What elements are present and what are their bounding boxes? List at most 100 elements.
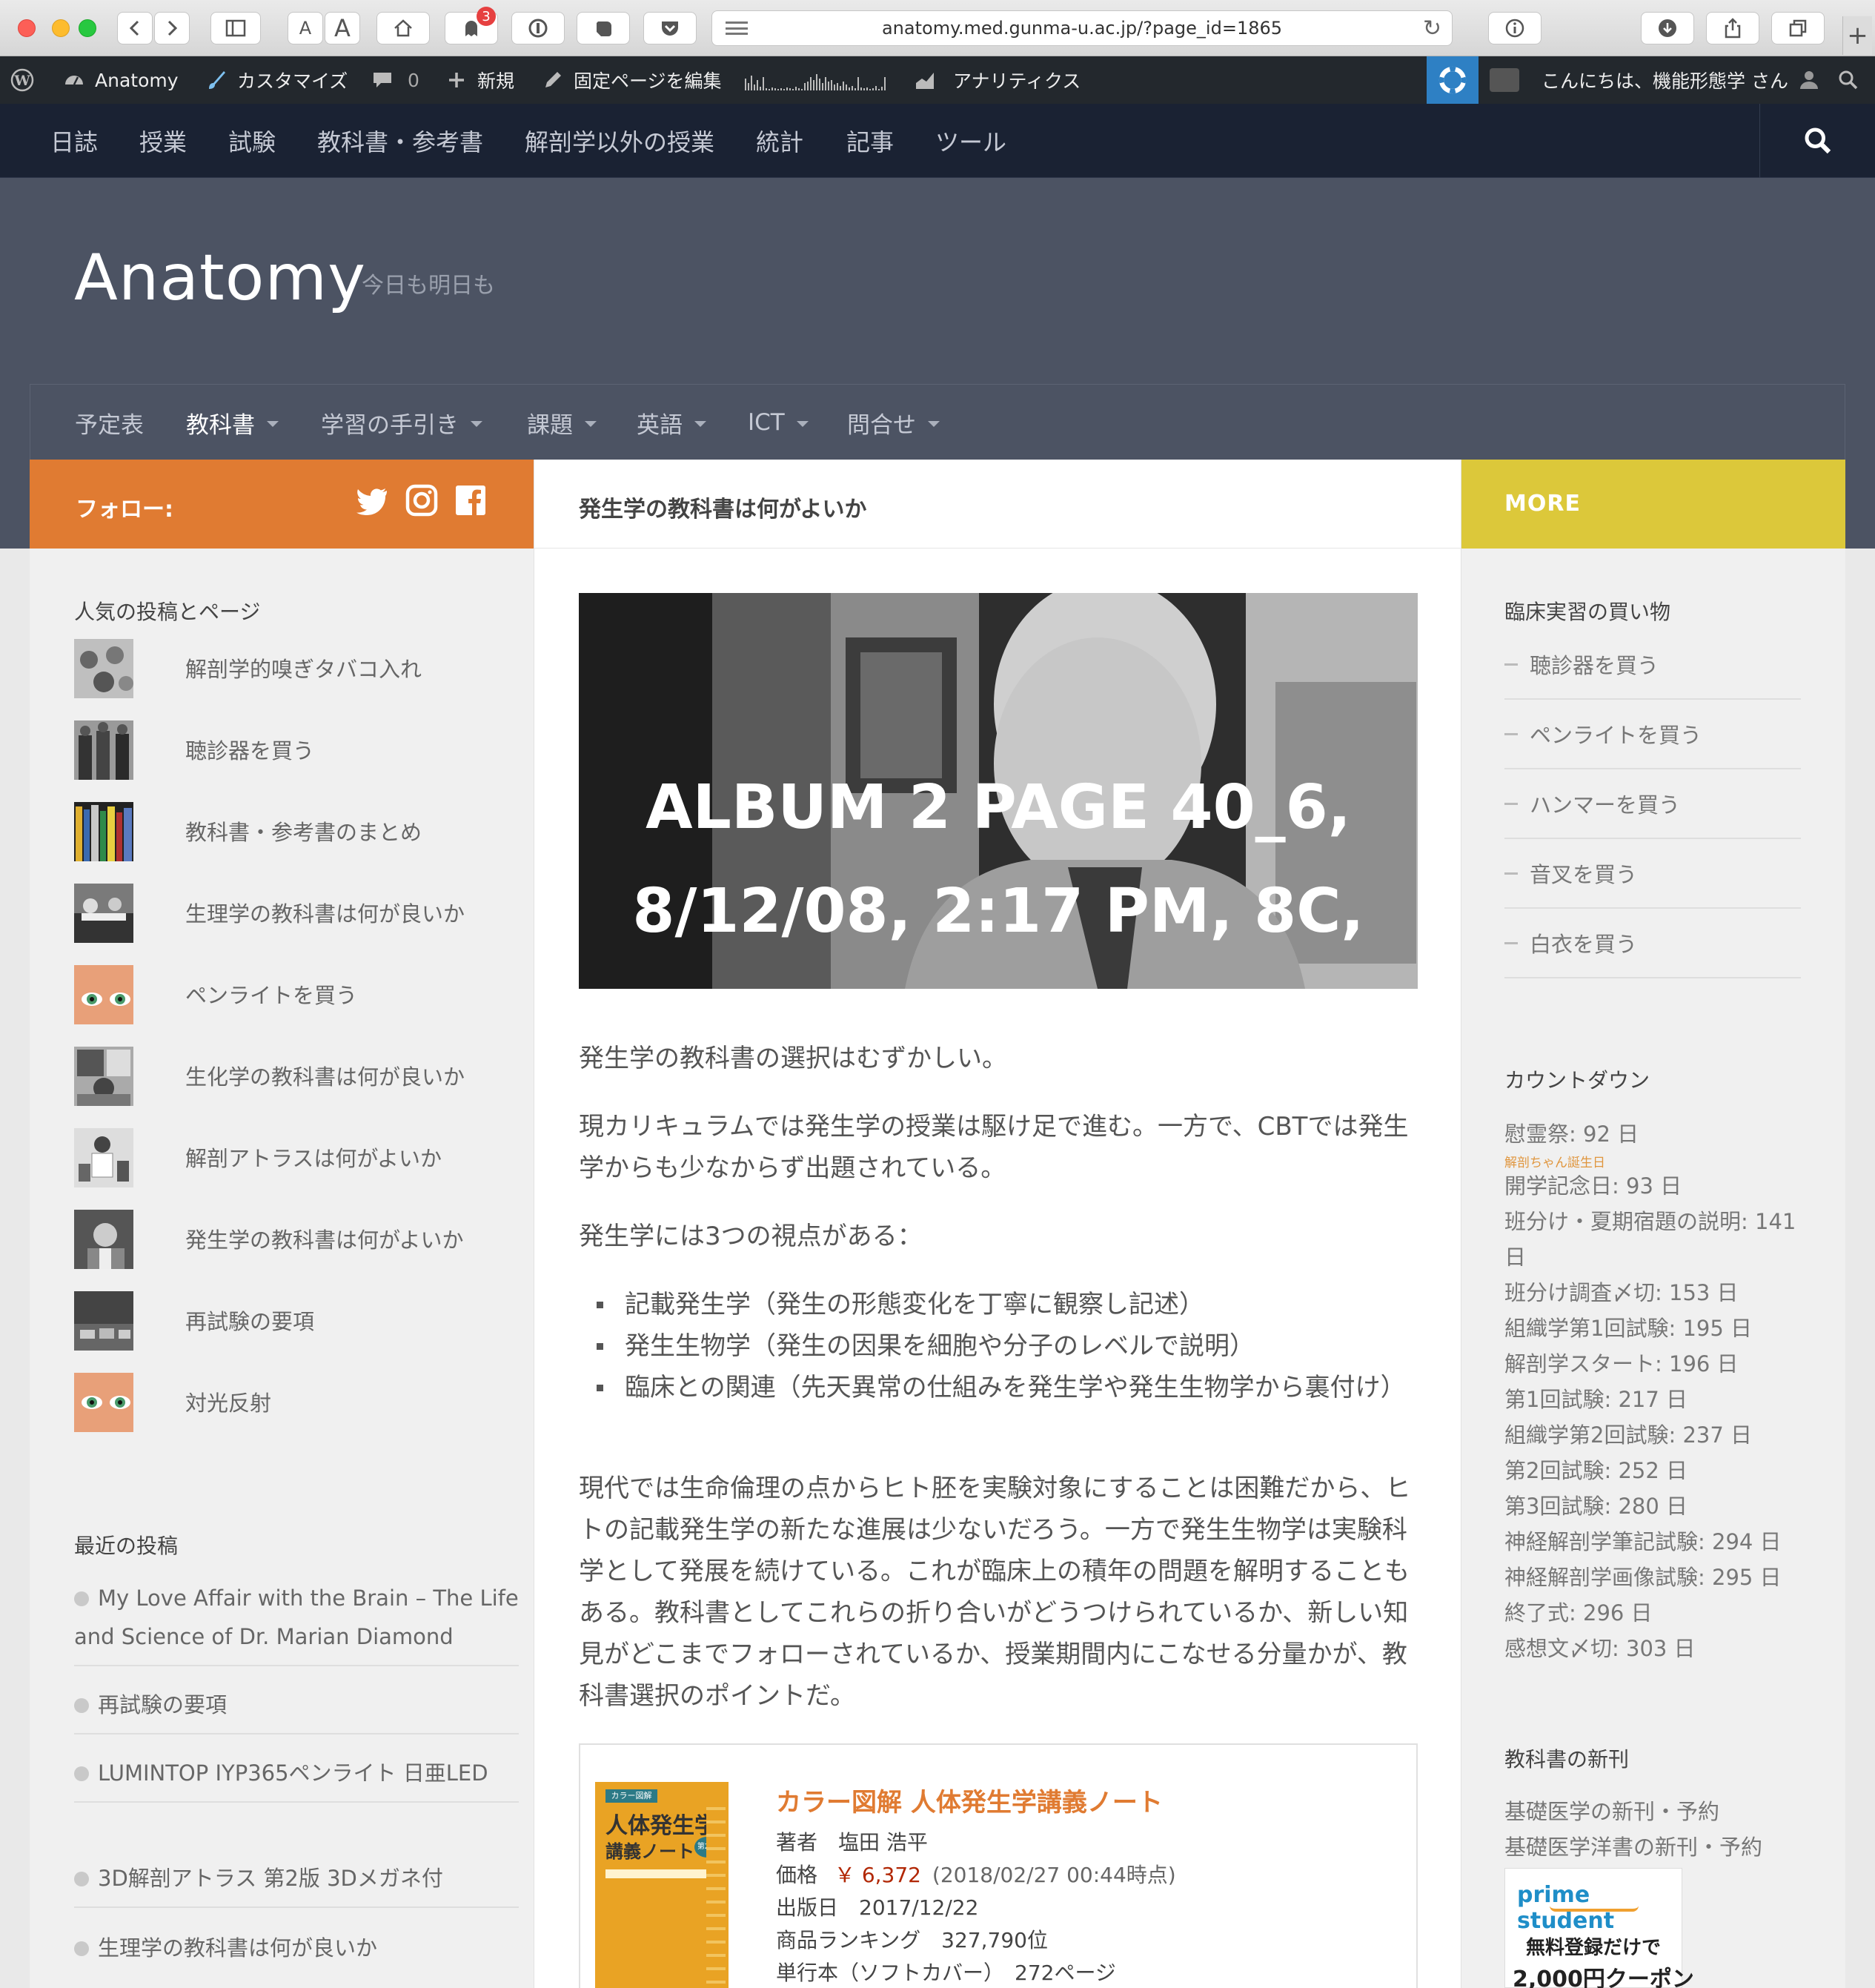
subnav-label: 英語 bbox=[637, 411, 683, 439]
popular-item[interactable]: 解剖アトラスは何がよいか bbox=[74, 1128, 519, 1187]
site-tagline: 今日も明日も bbox=[362, 273, 495, 299]
popular-item[interactable]: 再試験の要項 bbox=[74, 1291, 519, 1351]
topnav-item-statistics[interactable]: 統計 bbox=[756, 104, 803, 178]
back-button[interactable] bbox=[117, 12, 153, 44]
shopping-item[interactable]: 音叉を買う bbox=[1504, 839, 1801, 909]
post-thumbnail bbox=[74, 1210, 133, 1269]
featured-image: ALBUM 2 PAGE 40_6, 8/12/08, 2:17 PM, 8C,… bbox=[579, 593, 1418, 989]
evernote-extension-button[interactable] bbox=[577, 12, 630, 44]
edit-page-link[interactable]: 固定ページを編集 bbox=[541, 56, 722, 104]
wordpress-logo-button[interactable]: W bbox=[10, 56, 34, 104]
subnav-item-textbook[interactable]: 教科書 bbox=[186, 385, 279, 460]
subnav-item-english[interactable]: 英語 bbox=[637, 385, 706, 460]
close-window-button[interactable] bbox=[18, 19, 36, 37]
password-extension-button[interactable] bbox=[511, 12, 565, 44]
chat-icon[interactable] bbox=[1490, 68, 1519, 92]
support-button[interactable] bbox=[1427, 56, 1479, 104]
popular-item[interactable]: 生理学の教科書は何が良いか bbox=[74, 884, 519, 943]
share-button[interactable] bbox=[1706, 12, 1759, 44]
recent-post-item[interactable]: My Love Affair with the Brain – The Life… bbox=[74, 1579, 519, 1666]
shopping-item[interactable]: ペンライトを買う bbox=[1504, 700, 1801, 769]
topnav-item-exams[interactable]: 試験 bbox=[228, 104, 276, 178]
admin-site-name[interactable]: Anatomy bbox=[62, 56, 179, 104]
downloads-button[interactable] bbox=[1641, 12, 1694, 44]
clock-icon bbox=[74, 1766, 89, 1781]
prime-student-banner[interactable]: prime student 無料登録だけで 2,000円クーポン bbox=[1504, 1868, 1694, 1988]
subnav-item-assignments[interactable]: 課題 bbox=[527, 385, 597, 460]
site-search-button[interactable] bbox=[1759, 104, 1875, 178]
new-tab-button[interactable]: + bbox=[1842, 16, 1872, 55]
comments-link[interactable]: 0 bbox=[371, 56, 419, 104]
recent-post-item[interactable]: 生理学の教科書は何が良いか bbox=[74, 1929, 519, 1976]
post-thumbnail bbox=[74, 1291, 133, 1351]
subnav-item-ict[interactable]: ICT bbox=[748, 385, 809, 460]
popular-item[interactable]: 教科書・参考書のまとめ bbox=[74, 802, 519, 861]
new-books-link[interactable]: 基礎医学洋書の新刊・予約 bbox=[1504, 1829, 1816, 1865]
popular-item[interactable]: 発生学の教科書は何がよいか bbox=[74, 1210, 519, 1269]
recent-post-item[interactable]: 再試験の要項 bbox=[74, 1686, 519, 1734]
popular-item[interactable]: 解剖学的嗅ぎタバコ入れ bbox=[74, 639, 519, 698]
popular-item[interactable]: 対光反射 bbox=[74, 1373, 519, 1432]
more-bar[interactable]: MORE bbox=[1461, 460, 1845, 549]
subnav-item-schedule[interactable]: 予定表 bbox=[75, 385, 144, 460]
book-title-link[interactable]: カラー図解 人体発生学講義ノート bbox=[776, 1782, 1163, 1818]
chart-icon bbox=[916, 73, 934, 89]
analytics-link[interactable]: アナリティクス bbox=[913, 56, 1081, 104]
reload-icon[interactable]: ↻ bbox=[1423, 16, 1441, 42]
popular-item-label: 生化学の教科書は何が良いか bbox=[185, 1064, 465, 1090]
recent-post-label: 再試験の要項 bbox=[98, 1692, 228, 1717]
list-item: 臨床との関連（先天異常の仕組みを発生学や発生生物学から裏付け） bbox=[579, 1367, 1418, 1408]
topnav-item-classes[interactable]: 授業 bbox=[139, 104, 187, 178]
account-menu[interactable]: こんにちは、機能形態学 さん bbox=[1542, 56, 1821, 104]
recent-post-item[interactable]: LUMINTOP IYP365ペンライト 日亜LED bbox=[74, 1754, 519, 1803]
info-extension-button[interactable] bbox=[1488, 12, 1542, 44]
topnav-item-articles[interactable]: 記事 bbox=[846, 104, 894, 178]
new-books-link[interactable]: 基礎医学の新刊・予約 bbox=[1504, 1794, 1816, 1829]
topnav-item-textbooks[interactable]: 教科書・参考書 bbox=[317, 104, 483, 178]
zoom-window-button[interactable] bbox=[79, 19, 96, 37]
tab-overview-button[interactable] bbox=[1771, 12, 1825, 44]
topnav-item-tools[interactable]: ツール bbox=[935, 104, 1006, 178]
address-bar[interactable]: anatomy.med.gunma-u.ac.jp/?page_id=1865 … bbox=[711, 10, 1453, 46]
ghostery-extension-button[interactable]: 3 bbox=[445, 7, 498, 44]
subnav-item-study-guide[interactable]: 学習の手引き bbox=[321, 385, 482, 460]
sidebar-icon bbox=[225, 19, 246, 37]
sidebar-toggle-button[interactable] bbox=[210, 12, 261, 44]
password-icon bbox=[528, 19, 548, 38]
home-button[interactable] bbox=[376, 12, 430, 44]
countdown-item: 第1回試験: 217 日 bbox=[1504, 1387, 1688, 1412]
font-smaller-button[interactable]: A bbox=[288, 12, 323, 44]
recent-post-label: My Love Affair with the Brain – The Life… bbox=[74, 1586, 519, 1649]
recent-post-item[interactable]: 3D解剖アトラス 第2版 3Dメガネ付 bbox=[74, 1859, 519, 1908]
clock-icon bbox=[74, 1591, 89, 1606]
instagram-icon[interactable] bbox=[405, 483, 439, 517]
stats-sparkline[interactable] bbox=[744, 56, 892, 104]
site-title[interactable]: Anatomy bbox=[74, 241, 366, 315]
shopping-item[interactable]: 聴診器を買う bbox=[1504, 630, 1801, 700]
subnav-item-contact[interactable]: 問合せ bbox=[847, 385, 940, 460]
twitter-icon[interactable] bbox=[356, 483, 390, 517]
reader-list-icon[interactable] bbox=[726, 21, 748, 35]
shopping-item[interactable]: 白衣を買う bbox=[1504, 909, 1801, 978]
countdown-item: 終了式: 296 日 bbox=[1504, 1600, 1653, 1626]
popular-item[interactable]: 聴診器を買う bbox=[74, 720, 519, 780]
font-larger-button[interactable]: A bbox=[325, 12, 360, 44]
topnav-item-other-classes[interactable]: 解剖学以外の授業 bbox=[525, 104, 714, 178]
minimize-window-button[interactable] bbox=[52, 19, 70, 37]
admin-search-button[interactable] bbox=[1836, 56, 1860, 104]
customize-link[interactable]: カスタマイズ bbox=[205, 56, 348, 104]
chevron-left-icon bbox=[129, 20, 139, 36]
forward-button[interactable] bbox=[154, 12, 190, 44]
topnav-item-diary[interactable]: 日誌 bbox=[50, 104, 98, 178]
shopping-item[interactable]: ハンマーを買う bbox=[1504, 769, 1801, 839]
pocket-extension-button[interactable] bbox=[643, 12, 697, 44]
book-cover-image[interactable]: カラー図解 人体発生学 講義ノート 第2版 bbox=[595, 1782, 729, 1988]
countdown-item: 組織学第1回試験: 195 日 bbox=[1504, 1316, 1753, 1341]
popular-item[interactable]: 生化学の教科書は何が良いか bbox=[74, 1047, 519, 1106]
subnav-label: 教科書 bbox=[186, 411, 255, 439]
follow-label: フォロー: bbox=[76, 497, 173, 523]
facebook-icon[interactable] bbox=[454, 483, 488, 517]
popular-item[interactable]: ペンライトを買う bbox=[74, 965, 519, 1024]
new-content-link[interactable]: 新規 bbox=[445, 56, 514, 104]
list-item: 発生生物学（発生の因果を細胞や分子のレベルで説明） bbox=[579, 1325, 1418, 1367]
